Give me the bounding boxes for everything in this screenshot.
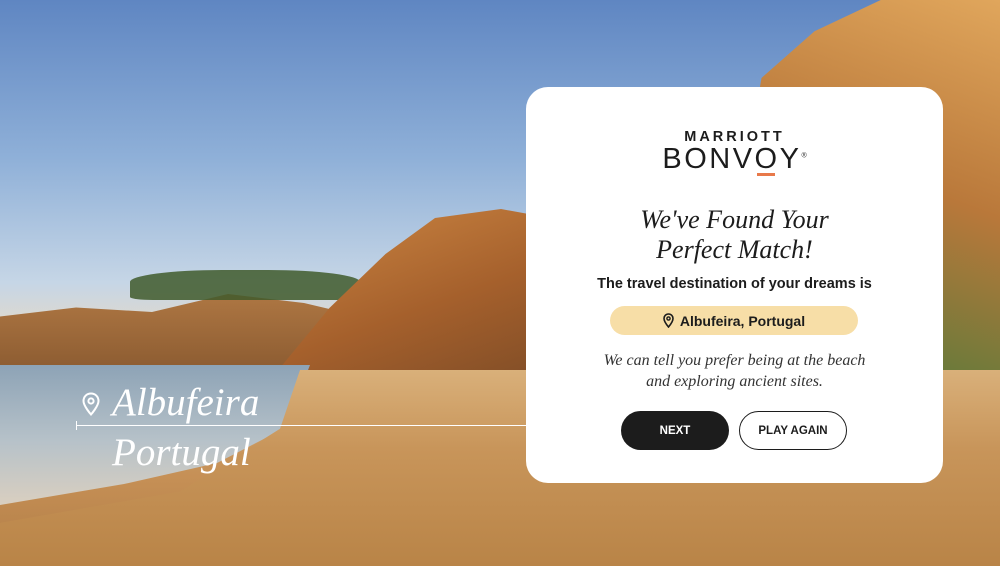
location-line xyxy=(76,425,526,426)
brand-bonvoy: BONVOY® xyxy=(526,143,943,176)
brand-bonvoy-text: BONVOY xyxy=(662,143,802,175)
brand-registered-mark: ® xyxy=(801,152,807,160)
headline-line-2: Perfect Match! xyxy=(656,235,813,264)
play-again-button[interactable]: PLAY AGAIN xyxy=(739,411,847,450)
result-card: MARRIOTT BONVOY® We've Found Your Perfec… xyxy=(526,87,943,483)
map-pin-icon xyxy=(82,392,100,416)
destination-label: Albufeira, Portugal xyxy=(679,312,806,329)
description-line-1: We can tell you prefer being at the beac… xyxy=(603,352,866,369)
brand-accent-bar xyxy=(757,173,775,176)
description-line-2: and exploring ancient sites. xyxy=(646,373,823,390)
cliff-vegetation xyxy=(130,270,360,300)
result-subheading: The travel destination of your dreams is xyxy=(597,276,872,292)
overlay-country: Portugal xyxy=(112,431,251,474)
overlay-city: Albufeira xyxy=(112,381,260,424)
result-headline: We've Found Your Perfect Match! xyxy=(526,205,943,265)
next-button[interactable]: NEXT xyxy=(621,411,729,450)
result-description: We can tell you prefer being at the beac… xyxy=(526,350,943,392)
map-pin-icon xyxy=(663,313,674,328)
headline-line-1: We've Found Your xyxy=(640,205,829,234)
destination-badge: Albufeira, Portugal xyxy=(610,306,858,335)
result-screen: Albufeira Portugal MARRIOTT BONVOY® We'v… xyxy=(0,0,1000,566)
location-line-tick xyxy=(76,421,77,430)
